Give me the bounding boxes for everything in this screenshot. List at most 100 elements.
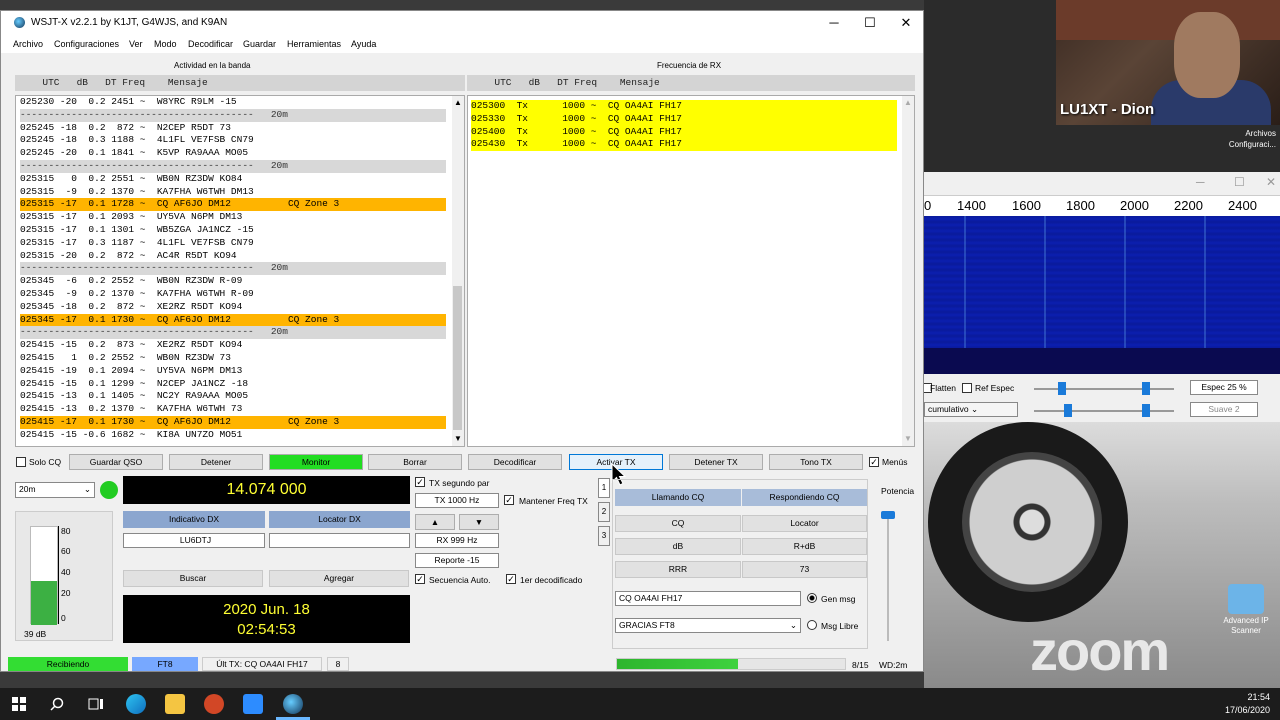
tx-message-row[interactable]: 025400 Tx 1000 ~ CQ OA4AI FH17 [471,125,897,139]
tx-segundo-par-checkbox[interactable]: ✓ [415,477,425,487]
decode-row[interactable]: 025315 -17 0.1 2093 ~ UY5VA N6PM DM13 [20,211,446,224]
gen-msg-radio[interactable] [807,593,817,603]
dx-locator-input[interactable] [269,533,410,548]
gain-slider-handle[interactable] [1058,382,1066,395]
band-separator-row[interactable]: ----------------------------------------… [20,108,446,122]
edge-browser-icon[interactable] [126,694,146,714]
decode-row[interactable]: 025315 0 0.2 2551 ~ WB0N RZ3DW KO84 [20,173,446,186]
llamando-cq-button[interactable]: Llamando CQ [615,489,741,506]
menu-configuraciones[interactable]: Configuraciones [54,39,119,49]
menu-decodificar[interactable]: Decodificar [188,39,233,49]
decode-row[interactable]: 025345 -18 0.2 872 ~ XE2RZ R5DT KO94 [20,301,446,314]
rrr-button[interactable]: RRR [615,561,741,578]
cq-highlighted-row[interactable]: 025345 -17 0.1 1730 ~ CQ AF6JO DM12 CQ Z… [20,313,446,327]
rx-frequency-spinbox[interactable]: RX 999 Hz [415,533,499,548]
minimize-icon[interactable]: ─ [1196,175,1205,189]
desktop-icon-labels[interactable]: Archivos Configuraci... [1196,128,1276,150]
decode-row[interactable]: 025230 -20 0.2 2451 ~ W8YRC R9LM -15 [20,96,446,109]
scrollbar-thumb[interactable] [453,286,462,430]
task-view-icon[interactable] [88,697,104,711]
band-separator-row[interactable]: ----------------------------------------… [20,262,446,276]
tx-message-row[interactable]: 025430 Tx 1000 ~ CQ OA4AI FH17 [471,138,897,152]
dx-call-input[interactable]: LU6DTJ [123,533,265,548]
system-clock[interactable]: 21:54 17/06/2020 [1225,691,1270,717]
windows-start-icon[interactable] [12,697,26,711]
decode-row[interactable]: 025315 -9 0.2 1370 ~ KA7FHA W6TWH DM13 [20,186,446,199]
palette-select[interactable]: cumulativo ⌄ [924,402,1018,417]
db-button[interactable]: dB [615,538,741,555]
decode-row[interactable]: 025345 -9 0.2 1370 ~ KA7FHA W6TWH R-09 [20,288,446,301]
rx-frequency-list[interactable]: 025300 Tx 1000 ~ CQ OA4AI FH17 025330 Tx … [467,95,915,447]
cq-button[interactable]: CQ [615,515,741,532]
decode-row[interactable]: 025315 -20 0.2 872 ~ AC4R R5DT KO94 [20,250,446,263]
zoom-app-icon[interactable] [243,694,263,714]
decode-row[interactable]: 025345 -6 0.2 2552 ~ WB0N RZ3DW R-09 [20,275,446,288]
decode-row[interactable]: 025415 -15 -0.6 1682 ~ KI8A UN7ZO MO51 [20,429,446,442]
band-separator-row[interactable]: ----------------------------------------… [20,326,446,340]
file-explorer-icon[interactable] [165,694,185,714]
menu-ver[interactable]: Ver [129,39,143,49]
decode-row[interactable]: 025415 -13 0.2 1370 ~ KA7FHA W6TWH 73 [20,403,446,416]
decode-row[interactable]: 025245 -18 0.2 872 ~ N2CEP R5DT 73 [20,122,446,135]
menu-herramientas[interactable]: Herramientas [287,39,341,49]
agregar-button[interactable]: Agregar [269,570,409,587]
minimize-button[interactable]: ─ [819,14,849,32]
power-slider-handle[interactable] [881,511,895,519]
respondiendo-cq-button[interactable]: Respondiendo CQ [742,489,867,506]
r-db-button[interactable]: R+dB [742,538,867,555]
tx-up-button[interactable]: ▲ [415,514,455,530]
tx-down-button[interactable]: ▼ [459,514,499,530]
maximize-icon[interactable]: ☐ [1234,175,1245,189]
73-button[interactable]: 73 [742,561,867,578]
ref-espec-checkbox[interactable] [962,383,972,393]
decode-row[interactable]: 025415 -19 0.1 2094 ~ UY5VA N6PM DM13 [20,365,446,378]
cq-highlighted-row[interactable]: 025415 -17 0.1 1730 ~ CQ AF6JO DM12 CQ Z… [20,415,446,429]
buscar-button[interactable]: Buscar [123,570,263,587]
rx-frequency-scrollbar[interactable]: ▲ ▼ [902,96,914,446]
power-slider[interactable] [887,511,889,641]
mantener-freq-tx-checkbox[interactable]: ✓ [504,495,514,505]
solo-cq-checkbox[interactable] [16,457,26,467]
decode-row[interactable]: 025415 -15 0.2 873 ~ XE2RZ R5DT KO94 [20,339,446,352]
tx-frequency-spinbox[interactable]: TX 1000 Hz [415,493,499,508]
decode-row[interactable]: 025315 -17 0.1 1301 ~ WB5ZGA JA1NCZ -15 [20,224,446,237]
band-activity-scrollbar[interactable]: ▲ ▼ [452,96,464,446]
powerpoint-icon[interactable] [204,694,224,714]
decodificar-button[interactable]: Decodificar [468,454,562,470]
zero-slider-handle[interactable] [1142,382,1150,395]
decode-row[interactable]: 025315 -17 0.3 1187 ~ 4L1FL VE7FSB CN79 [20,237,446,250]
msg-libre-radio[interactable] [807,620,817,630]
free-msg-select[interactable]: GRACIAS FT8 ⌄ [615,618,801,633]
wsjtx-app-icon[interactable] [283,694,303,714]
tono-tx-button[interactable]: Tono TX [769,454,863,470]
maximize-button[interactable]: ☐ [855,14,885,32]
avg-slider[interactable] [1034,410,1174,412]
span-slider-handle[interactable] [1142,404,1150,417]
decode-row[interactable]: 025245 -20 0.1 1841 ~ K5VP RA9AAA MO05 [20,147,446,160]
borrar-button[interactable]: Borrar [368,454,462,470]
suave-spinbox[interactable]: Suave 2 [1190,402,1258,417]
scroll-down-icon[interactable]: ▼ [904,434,912,443]
menu-archivo[interactable]: Archivo [13,39,43,49]
tab-3[interactable]: 3 [598,526,610,546]
waterfall-display[interactable] [924,216,1280,348]
tx-message-row[interactable]: 025300 Tx 1000 ~ CQ OA4AI FH17 [471,100,897,113]
reporte-spinbox[interactable]: Reporte -15 [415,553,499,568]
decode-row[interactable]: 025415 1 0.2 2552 ~ WB0N RZ3DW 73 [20,352,446,365]
monitor-button[interactable]: Monitor [269,454,363,470]
decode-row[interactable]: 025415 -15 0.1 1299 ~ N2CEP JA1NCZ -18 [20,378,446,391]
menu-ayuda[interactable]: Ayuda [351,39,376,49]
close-button[interactable]: ✕ [891,14,921,32]
tx-message-row[interactable]: 025330 Tx 1000 ~ CQ OA4AI FH17 [471,112,897,126]
gen-msg-input[interactable]: CQ OA4AI FH17 [615,591,801,606]
tab-1[interactable]: 1 [598,478,610,498]
tab-2[interactable]: 2 [598,502,610,522]
menus-checkbox[interactable]: ✓ [869,457,879,467]
secuencia-auto-checkbox[interactable]: ✓ [415,574,425,584]
band-separator-row[interactable]: ----------------------------------------… [20,159,446,173]
advanced-ip-scanner-desktop-icon[interactable]: Advanced IP Scanner [1214,584,1278,636]
espec-spinbox[interactable]: Espec 25 % [1190,380,1258,395]
menu-guardar[interactable]: Guardar [243,39,276,49]
decode-row[interactable]: 025415 -13 0.1 1405 ~ NC2Y RA9AAA MO05 [20,390,446,403]
close-icon[interactable]: ✕ [1266,175,1276,189]
